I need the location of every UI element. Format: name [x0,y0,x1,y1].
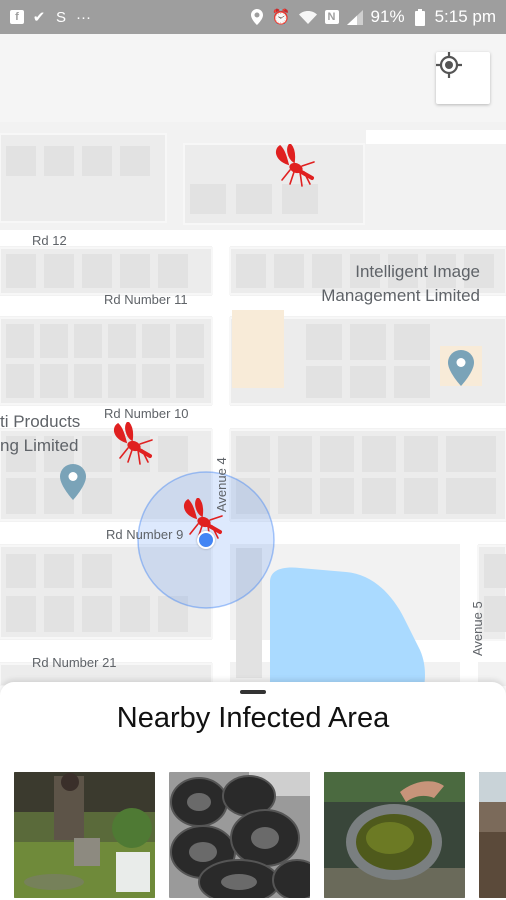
battery-icon [413,7,427,27]
place-label-intelligent: Intelligent Image Management Limited [321,260,480,308]
mosquito-icon[interactable] [272,144,318,190]
mosquito-icon[interactable] [110,422,156,468]
more-dots-icon: ··· [76,8,91,26]
my-location-icon [436,52,462,78]
road-label-avenue5: Avenue 5 [470,601,485,656]
facebook-icon: f [10,7,24,27]
place-label-intelligent-line2: Management Limited [321,286,480,305]
current-location-dot [197,531,215,549]
road-label-rd9: Rd Number 9 [106,527,184,542]
status-bar: f ✔ S ··· ⏰ N 91% 5:15 pm [0,0,506,34]
place-label-products-line2: ng Limited [0,436,79,455]
thumbnail-bucket-green-water[interactable] [324,772,465,898]
signal-icon [346,7,363,27]
thumbnail-tire-pile[interactable] [169,772,310,898]
battery-percent: 91% [370,7,405,26]
map-view[interactable]: Rd 12 Rd Number 11 Rd Number 10 Rd Numbe… [0,34,506,686]
road-label-rd11: Rd Number 11 [104,292,188,307]
place-label-products-line1: ti Products [0,412,81,431]
checkmark-icon: ✔ [32,8,46,26]
location-icon [250,7,264,27]
thumbnail-person-pouring-water[interactable] [14,772,155,898]
shazam-icon: S [55,8,66,26]
clock: 5:15 pm [434,7,496,26]
sheet-drag-handle[interactable] [240,690,266,694]
thumbnail-partial[interactable] [479,772,506,898]
alarm-icon: ⏰ [271,8,291,26]
thumbnail-strip[interactable] [14,772,506,898]
wifi-icon [298,7,317,27]
bottom-sheet[interactable]: Nearby Infected Area [0,682,506,900]
place-pin-icon[interactable] [448,350,474,386]
road-label-rd10: Rd Number 10 [104,406,189,421]
place-label-products: ti Products ng Limited [0,410,80,458]
road-label-rd21: Rd Number 21 [32,655,117,670]
place-pin-icon[interactable] [60,464,86,500]
nfc-icon: N [324,7,339,27]
sheet-title: Nearby Infected Area [116,702,390,734]
place-label-intelligent-line1: Intelligent Image [355,262,480,281]
status-bar-right: ⏰ N 91% 5:15 pm [250,7,496,27]
my-location-button[interactable] [436,52,490,104]
road-label-rd12: Rd 12 [32,233,67,248]
status-bar-left: f ✔ S ··· [10,7,91,27]
map-canvas [0,34,506,686]
